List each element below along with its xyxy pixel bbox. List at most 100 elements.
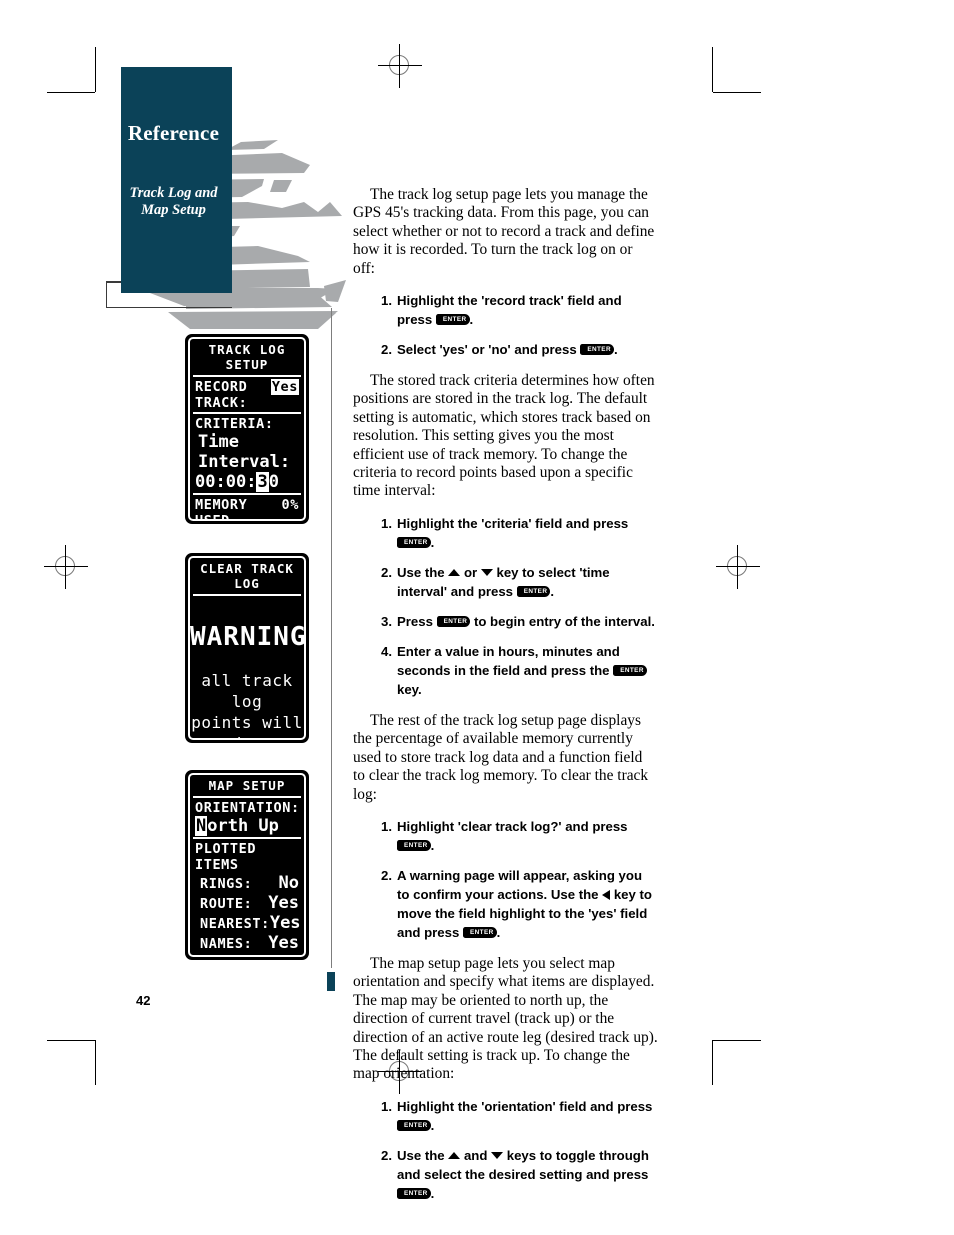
lcd-value-nearest: Yes	[269, 913, 301, 933]
lcd-row-track-log: TRACK LOG: 500	[190, 953, 304, 957]
screenshot-track-log-setup: TRACK LOG SETUP RECORD TRACK: Yes CRITER…	[185, 334, 309, 524]
lcd-title-track-log-setup: TRACK LOG SETUP	[208, 342, 286, 372]
registration-mark-top	[378, 44, 422, 88]
lcd-value-names: Yes	[268, 933, 299, 953]
chapter-subject: Track Log and Map Setup	[121, 185, 226, 219]
list-item: 3. Press ENTER to begin entry of the inte…	[381, 612, 658, 631]
lcd-label-plotted-items: PLOTTED ITEMS	[195, 841, 257, 873]
step-number: 3.	[381, 613, 392, 629]
step-number: 2.	[381, 342, 392, 358]
steps-turn-track-log-on-off: 1. Highlight the 'record track' field and…	[353, 291, 658, 359]
enter-key-icon: ENTER	[613, 664, 647, 676]
step-text: Use the	[397, 564, 449, 580]
step-number: 4.	[381, 643, 392, 659]
lcd-title-map-setup: MAP SETUP	[208, 778, 286, 793]
lcd-row-nearest: NEAREST: Yes	[190, 913, 304, 933]
arrow-up-icon	[448, 568, 461, 576]
step-text-tail: key.	[397, 681, 422, 697]
page-number: 42	[136, 993, 151, 1008]
crop-mark-top-left-vertical	[95, 47, 96, 92]
lcd-row-criteria-label: CRITERIA:	[190, 416, 304, 432]
step-text: Highlight the 'criteria' field and press	[397, 515, 629, 531]
lcd-row-plotted-items-label: PLOTTED ITEMS	[190, 841, 304, 873]
screenshot-map-setup: MAP SETUP ORIENTATION: North Up PLOTTED …	[185, 770, 309, 960]
lcd-warning-heading: WARNING!	[190, 622, 306, 652]
lcd-divider-map	[193, 796, 301, 798]
paragraph-clear-track-log: The rest of the track log setup page dis…	[353, 711, 649, 803]
lcd-clear-track-log: CLEAR TRACK LOG WARNING! all track log p…	[188, 556, 306, 740]
steps-clear-track-log: 1. Highlight 'clear track log?' and press…	[353, 817, 658, 942]
lcd-title-clear-track-log: CLEAR TRACK LOG	[200, 561, 294, 591]
lcd-label-rings: RINGS:	[200, 876, 253, 892]
chapter-subject-line2: Map Setup	[141, 202, 206, 218]
registration-mark-left	[44, 545, 88, 589]
crop-mark-bottom-left-horizontal	[47, 1040, 95, 1041]
lcd-value-track-log: 500	[268, 953, 299, 955]
lcd-label-orientation: ORIENTATION:	[195, 800, 300, 816]
lcd-time-seconds-rest: 0	[268, 472, 279, 492]
step-text: Highlight 'clear track log?' and press	[397, 818, 628, 834]
step-text: Select 'yes' or 'no' and press	[397, 342, 581, 358]
lcd-label-criteria: CRITERIA:	[195, 416, 274, 432]
column-end-marker	[327, 972, 335, 991]
step-text-mid: or	[460, 564, 481, 580]
step-text: Highlight the 'record track' field and p…	[397, 293, 622, 328]
steps-change-criteria: 1. Highlight the 'criteria' field and pre…	[353, 514, 658, 699]
lcd-row-time-interval: 00:00:30	[195, 472, 279, 492]
paragraph-map-setup: The map setup page lets you select map o…	[353, 954, 658, 1083]
step-text: Enter a value in hours, minutes and seco…	[397, 643, 620, 678]
step-text-tail: .	[614, 342, 618, 358]
lcd-value-memory-used: 0%	[281, 497, 299, 513]
step-text-tail: .	[550, 583, 555, 599]
crop-mark-bottom-left-vertical	[95, 1040, 96, 1085]
step-number: 1.	[381, 293, 392, 309]
lcd-row-orientation-label: ORIENTATION:	[190, 800, 304, 816]
lcd-orientation-highlight: N	[195, 816, 208, 836]
screenshot-clear-track-log-warning: CLEAR TRACK LOG WARNING! all track log p…	[185, 553, 309, 743]
lcd-value-rings: No	[278, 873, 299, 893]
crop-mark-top-left-horizontal	[47, 92, 95, 93]
crop-mark-top-right-horizontal	[713, 92, 761, 93]
arrow-up-icon	[448, 1151, 461, 1159]
crop-mark-bottom-right-vertical	[712, 1040, 713, 1085]
crop-mark-bottom-right-horizontal	[713, 1040, 761, 1041]
lcd-orientation-rest: orth Up	[207, 816, 279, 836]
lcd-divider-warn	[193, 594, 301, 596]
enter-key-icon: ENTER	[516, 585, 551, 597]
step-number: 2.	[381, 564, 392, 580]
lcd-label-route: ROUTE:	[200, 896, 253, 912]
list-item: 1. Highlight the 'orientation' field and …	[381, 1097, 658, 1135]
lcd-time-seconds-highlighted: 3	[256, 472, 269, 492]
step-text-tail: .	[469, 312, 474, 328]
lcd-row-rings: RINGS: No	[190, 873, 304, 893]
chapter-subject-line1: Track Log and	[129, 185, 218, 201]
lcd-row-memory-used: MEMORY USED 0%	[190, 497, 304, 519]
chapter-sidebar: Reference Track Log and Map Setup	[121, 67, 232, 293]
lcd-divider	[193, 375, 301, 377]
lcd-value-criteria: Time Interval:	[198, 432, 291, 472]
arrow-down-icon	[491, 1151, 504, 1159]
list-item: 1. Highlight the 'criteria' field and pre…	[381, 514, 658, 552]
paragraph-track-criteria: The stored track criteria determines how…	[353, 372, 655, 500]
lcd-warning-line-1: all track log	[201, 671, 293, 711]
lcd-label-track-log: TRACK LOG:	[200, 956, 268, 957]
lcd-divider-2	[193, 412, 301, 414]
step-text-tail: .	[430, 1185, 435, 1201]
step-text-tail: .	[430, 1117, 435, 1133]
list-item: 2. Select 'yes' or 'no' and press ENTER.	[381, 340, 658, 359]
lcd-label-names: NAMES:	[200, 936, 253, 952]
list-item: 2. Use the and keys to toggle through and…	[381, 1146, 658, 1203]
step-text-tail: .	[496, 924, 501, 940]
enter-key-icon: ENTER	[397, 1187, 431, 1199]
enter-key-icon: ENTER	[397, 839, 431, 851]
step-text-tail: to begin entry of the interval.	[470, 613, 655, 629]
step-number: 1.	[381, 1098, 392, 1114]
enter-key-icon: ENTER	[462, 926, 497, 938]
list-item: 1. Highlight 'clear track log?' and press…	[381, 817, 658, 855]
step-text-tail: .	[430, 534, 435, 550]
arrow-down-icon	[480, 568, 493, 576]
step-number: 1.	[381, 818, 392, 834]
lcd-value-record-track: Yes	[270, 379, 299, 395]
list-item: 2. A warning page will appear, asking you…	[381, 866, 658, 942]
crop-mark-top-right-vertical	[712, 47, 713, 92]
